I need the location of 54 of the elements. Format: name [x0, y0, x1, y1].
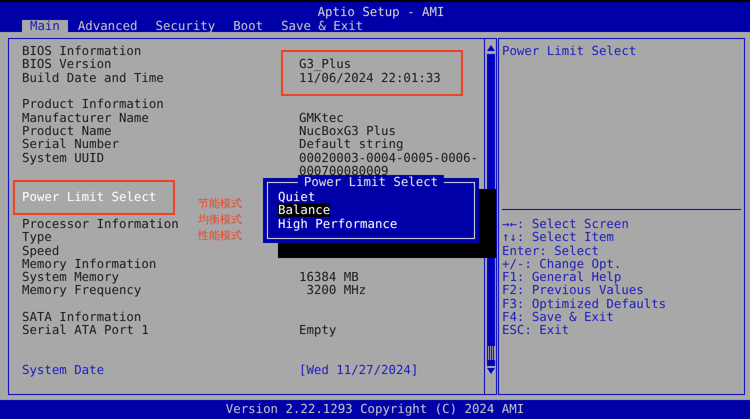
window-title: Aptio Setup - AMI	[318, 5, 444, 19]
version-text: Version 2.22.1293 Copyright (C) 2024 AMI	[226, 400, 524, 418]
info-label: BIOS Information	[22, 43, 142, 58]
tab[interactable]: Advanced	[70, 20, 146, 32]
annotation-label: 均衡模式	[198, 212, 242, 228]
key-hint: Enter: Select	[502, 244, 599, 257]
tab[interactable]: Save & Exit	[273, 20, 372, 32]
key-hint: →←: Select Screen	[502, 217, 629, 230]
info-value: NucBoxG3 Plus	[299, 124, 396, 137]
info-value: 3200 MHz	[305, 283, 366, 296]
key-hint: F4: Save & Exit	[502, 310, 614, 324]
key-hint: ESC: Exit	[502, 323, 570, 337]
tab[interactable]: Security	[148, 20, 224, 32]
key-hint: +/-: Change Opt.	[502, 256, 622, 270]
tab[interactable]: Boot	[225, 20, 272, 32]
info-value: G3_Plus	[299, 57, 352, 70]
info-label: Memory Information	[22, 256, 156, 271]
popup-option[interactable]: High Performance	[278, 216, 398, 230]
info-label: BIOS Version	[22, 56, 112, 72]
info-label: Speed	[22, 242, 60, 258]
info-label: Build Date and Time	[22, 70, 164, 85]
info-label: Product Information	[22, 96, 164, 112]
info-label: SATA Information	[22, 309, 142, 324]
info-label: System Memory	[22, 269, 119, 284]
info-label: Processor Information	[22, 216, 179, 231]
info-value: [Wed 11/27/2024]	[299, 363, 418, 376]
popup-title: Power Limit Select	[298, 175, 444, 188]
info-value: GMKtec	[299, 110, 344, 124]
tab[interactable]: Main	[22, 20, 68, 32]
key-hint: ↑↓: Select Item	[502, 230, 614, 244]
info-value: 00020003-0004-0005-0006-	[299, 150, 478, 164]
info-label: Type	[22, 229, 52, 244]
scroll-up-icon[interactable]	[486, 45, 494, 51]
info-value: 000700080009	[299, 164, 389, 177]
info-label: Manufacturer Name	[22, 110, 149, 125]
info-value: 11/06/2024 22:01:33	[299, 70, 441, 84]
info-label: Memory Frequency	[22, 282, 142, 298]
info-label: Serial Number	[22, 136, 119, 152]
info-label: Serial ATA Port 1	[22, 322, 149, 338]
key-hint: F3: Optimized Defaults	[502, 296, 666, 310]
setting-label[interactable]: System Date	[22, 362, 104, 378]
popup-option[interactable]: Quiet	[278, 190, 316, 204]
info-value: Empty	[299, 323, 336, 336]
key-hint: F1: General Help	[502, 270, 622, 284]
annotation-label: 性能模式	[198, 228, 242, 244]
help-text: Power Limit Select	[502, 44, 638, 60]
info-value: Default string	[299, 137, 404, 150]
annotation-label: 节能模式	[198, 196, 242, 212]
info-label: System UUID	[22, 150, 104, 165]
info-value: 16384 MB	[299, 270, 359, 284]
scroll-down-icon[interactable]	[486, 368, 494, 374]
info-label: Product Name	[22, 122, 112, 138]
popup-option[interactable]: Balance	[278, 203, 330, 217]
key-hint: F2: Previous Values	[502, 283, 644, 297]
